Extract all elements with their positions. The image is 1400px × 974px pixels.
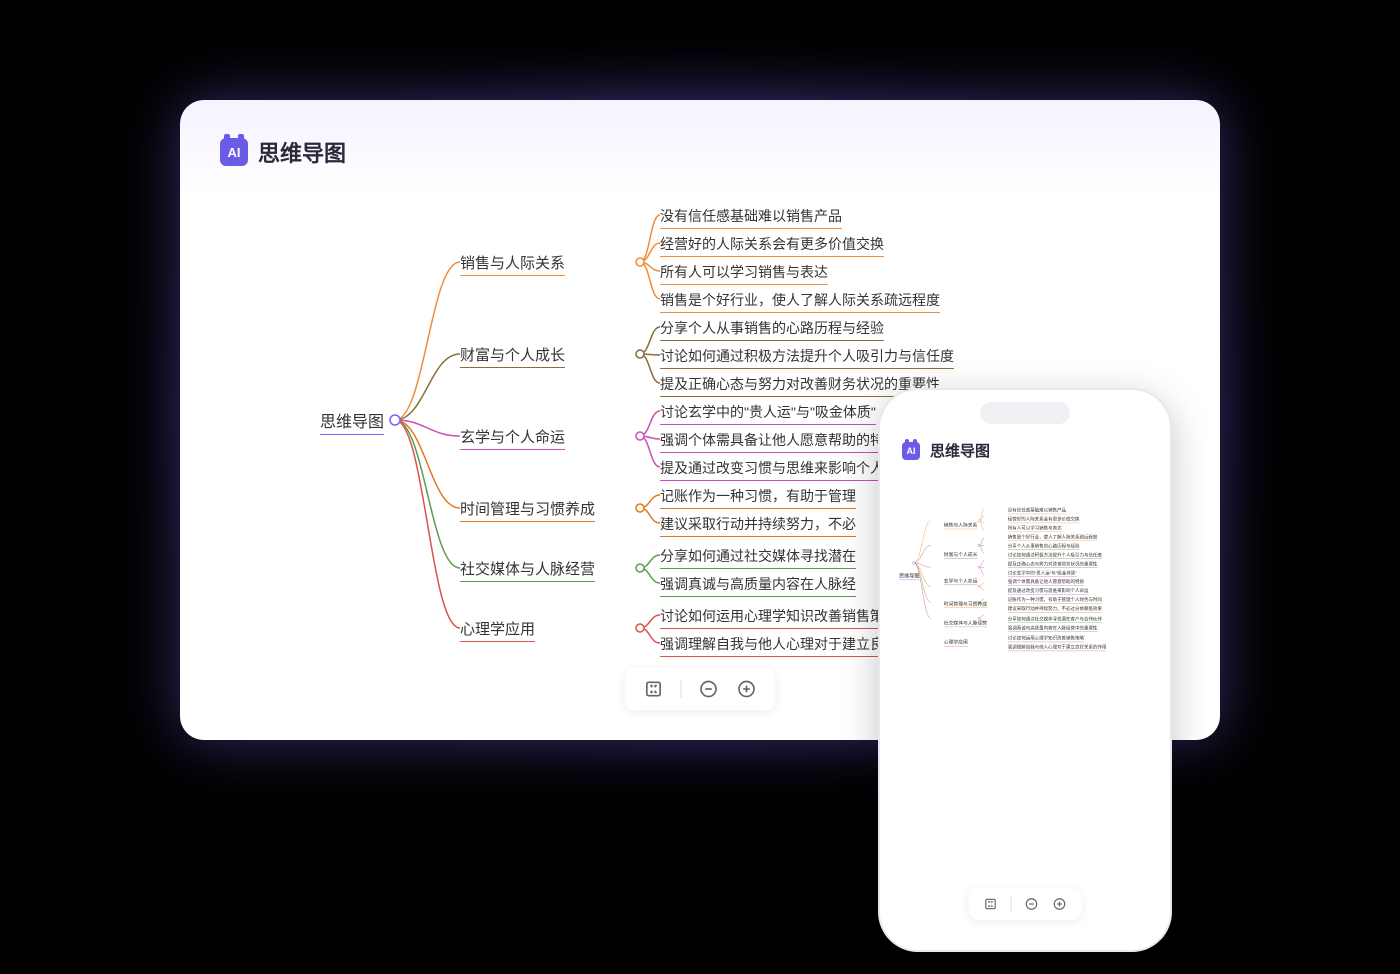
leaf-node-0-3[interactable]: 销售是个好行业，使人了解人际关系疏远程度 [1008, 534, 1098, 541]
branch-node-4[interactable]: 社交媒体与人脉经营 [460, 558, 595, 582]
leaf-node-5-0[interactable]: 讨论如何运用心理学知识改善销售策略 [660, 606, 898, 629]
divider [681, 680, 682, 698]
leaf-node-3-0[interactable]: 记账作为一种习惯，有助于管理个人财务与时间 [1008, 596, 1102, 603]
leaf-node-1-2[interactable]: 提及正确心态与努力对改善财务状况的重要性 [1008, 561, 1098, 568]
branch-node-3[interactable]: 时间管理与习惯养成 [460, 498, 595, 522]
branch-node-5[interactable]: 心理学应用 [944, 639, 968, 647]
leaf-node-0-1[interactable]: 经营好的人际关系会有更多价值交换 [660, 234, 884, 257]
branch-node-2[interactable]: 玄学与个人命运 [460, 426, 565, 450]
zoom-in-button[interactable] [736, 678, 758, 700]
leaf-node-0-0[interactable]: 没有信任感基础难以销售产品 [1008, 507, 1066, 514]
root-node[interactable]: 思维导图 [899, 571, 919, 580]
branch-node-2[interactable]: 玄学与个人命运 [944, 577, 978, 585]
divider [1011, 895, 1012, 913]
leaf-node-5-0[interactable]: 讨论如何运用心理学知识改善销售策略 [1008, 635, 1084, 642]
leaf-node-4-1[interactable]: 强调真诚与高质量内容在人脉经 [660, 574, 856, 597]
leaf-node-0-1[interactable]: 经营好的人际关系会有更多价值交换 [1008, 516, 1080, 523]
root-node[interactable]: 思维导图 [320, 408, 384, 435]
zoom-out-button[interactable] [698, 678, 720, 700]
leaf-node-4-1[interactable]: 强调真诚与高质量内容在人脉经营中的重要性 [1008, 625, 1098, 632]
leaf-node-3-1[interactable]: 建议采取行动并持续努力，不必过分依赖极效果 [1008, 605, 1102, 612]
leaf-node-2-2[interactable]: 提及通过改变习惯与思维来影响个人 [660, 458, 884, 481]
leaf-node-2-1[interactable]: 强调个体需具备让他人愿意帮助的特质 [1008, 578, 1084, 585]
leaf-node-0-2[interactable]: 所有人可以学习销售与表达 [660, 262, 828, 285]
leaf-node-1-1[interactable]: 讨论如何通过积极方法提升个人吸引力与信任度 [660, 346, 954, 369]
leaf-node-4-0[interactable]: 分享如何通过社交媒体寻找潜在 [660, 546, 856, 569]
zoom-in-button[interactable] [1052, 896, 1068, 912]
branch-node-0[interactable]: 销售与人际关系 [460, 252, 565, 276]
fit-screen-button[interactable] [643, 678, 665, 700]
phone-notch [980, 402, 1070, 424]
leaf-node-1-1[interactable]: 讨论如何通过积极方法提升个人吸引力与信任度 [1008, 552, 1102, 559]
phone-zoom-controls [969, 888, 1082, 920]
leaf-node-0-3[interactable]: 销售是个好行业，使人了解人际关系疏远程度 [660, 290, 940, 313]
leaf-node-2-1[interactable]: 强调个体需具备让他人愿意帮助的特 [660, 430, 884, 453]
branch-node-3[interactable]: 时间管理与习惯养成 [944, 600, 987, 608]
branch-node-4[interactable]: 社交媒体与人脉经营 [944, 619, 987, 627]
leaf-node-3-0[interactable]: 记账作为一种习惯，有助于管理 [660, 486, 856, 509]
leaf-node-2-0[interactable]: 讨论玄学中的"贵人运"与"吸金体质" [1008, 569, 1077, 576]
leaf-node-2-0[interactable]: 讨论玄学中的"贵人运"与"吸金体质" [660, 402, 876, 425]
leaf-node-5-1[interactable]: 强调理解自我与他人心理对于建立良好关 [660, 634, 912, 657]
phone-mindmap-canvas[interactable]: 思维导图 销售与人际关系 没有信任感基础难以销售产品经营好的人际关系会有更多价值交换… [880, 501, 1123, 655]
branch-node-1[interactable]: 财富与个人成长 [460, 344, 565, 368]
phone-header: AI 思维导图 [902, 440, 1148, 461]
leaf-node-0-2[interactable]: 所有人可以学习销售与表达 [1008, 525, 1062, 532]
leaf-node-4-0[interactable]: 分享如何通过社交媒体寻找潜在客户与合作伙伴 [1008, 616, 1102, 623]
branch-node-1[interactable]: 财富与个人成长 [944, 551, 978, 559]
leaf-node-1-2[interactable]: 提及正确心态与努力对改善财务状况的重要性 [660, 374, 940, 397]
leaf-node-5-1[interactable]: 强调理解自我与他人心理对于建立良好关系的作用 [1008, 644, 1107, 651]
page-title: 思维导图 [258, 136, 346, 168]
zoom-out-button[interactable] [1024, 896, 1040, 912]
fit-screen-button[interactable] [983, 896, 999, 912]
phone-mockup: AI 思维导图 思维导图销售与人际关系没有信任感基础难以销售产品经营好的人际关系… [880, 390, 1170, 950]
page-title: 思维导图 [930, 440, 990, 461]
leaf-node-2-2[interactable]: 提及通过改变习惯与思维来影响个人命运 [1008, 587, 1089, 594]
branch-node-5[interactable]: 心理学应用 [460, 618, 535, 642]
ai-icon: AI [220, 138, 248, 166]
zoom-controls [625, 668, 776, 710]
leaf-node-0-0[interactable]: 没有信任感基础难以销售产品 [660, 206, 842, 229]
leaf-node-3-1[interactable]: 建议采取行动并持续努力，不必 [660, 514, 856, 537]
ai-icon: AI [902, 442, 920, 460]
leaf-node-1-0[interactable]: 分享个人从事销售的心路历程与经验 [1008, 543, 1080, 550]
header: AI 思维导图 [220, 136, 1180, 168]
leaf-node-1-0[interactable]: 分享个人从事销售的心路历程与经验 [660, 318, 884, 341]
branch-node-0[interactable]: 销售与人际关系 [944, 521, 978, 529]
